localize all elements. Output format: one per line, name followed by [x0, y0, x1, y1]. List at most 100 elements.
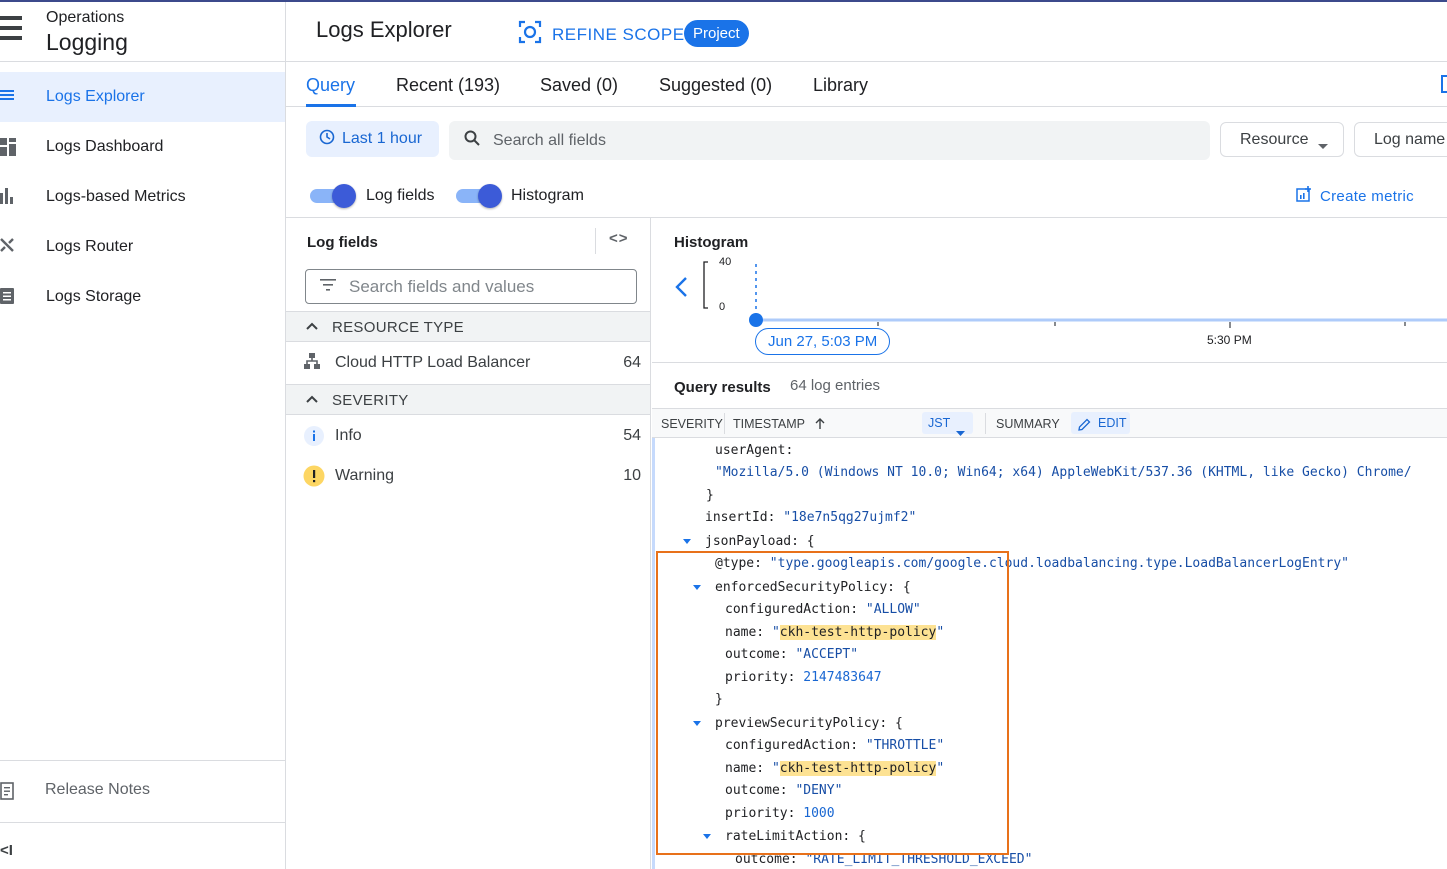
divider [595, 228, 596, 254]
resource-dropdown[interactable]: Resource [1220, 122, 1344, 157]
field-row-info[interactable]: Info 54 [286, 416, 650, 456]
sidebar-item-logs-router[interactable]: Logs Router [0, 222, 285, 272]
json-key: priority: [725, 806, 796, 821]
section-severity[interactable]: SEVERITY [286, 384, 650, 415]
json-value-priority[interactable]: 1000 [803, 806, 834, 821]
json-key: outcome: [725, 783, 788, 798]
edit-summary-button[interactable]: EDIT [1071, 412, 1130, 434]
section-resource-type[interactable]: RESOURCE TYPE [286, 311, 650, 342]
sidebar-item-label: Logs-based Metrics [46, 188, 186, 205]
timezone-label: JST [928, 416, 951, 430]
field-label: Warning [335, 467, 394, 484]
json-value-useragent[interactable]: "Mozilla/5.0 (Windows NT 10.0; Win64; x6… [715, 465, 1412, 480]
tab-query[interactable]: Query [306, 75, 355, 96]
create-metric-label: Create metric [1320, 188, 1414, 205]
column-timestamp[interactable]: TIMESTAMP [733, 417, 805, 431]
log-entry-count: 64 log entries [790, 377, 881, 394]
release-notes-label: Release Notes [45, 781, 150, 798]
overflow-icon[interactable] [1441, 75, 1447, 93]
json-line-outcome: outcome: "ACCEPT" [725, 647, 858, 662]
expand-panel-button[interactable]: <> [609, 230, 629, 247]
field-row-cloud-http-load-balancer[interactable]: Cloud HTTP Load Balancer 64 [286, 343, 650, 383]
sidebar-divider [0, 760, 285, 761]
histogram-toggle-label: Histogram [511, 187, 584, 204]
y-axis-min-label: 0 [719, 301, 726, 313]
json-value-rate-limit-outcome[interactable]: "RATE_LIMIT_THRESHOLD_EXCEED" [805, 852, 1032, 867]
json-value-name-highlighted[interactable]: ckh-test-http-policy [779, 625, 937, 640]
tab-library[interactable]: Library [813, 75, 868, 96]
json-key: name: [725, 761, 765, 776]
refine-scope-label: REFINE SCOPE [552, 24, 685, 44]
field-label: Cloud HTTP Load Balancer [335, 354, 531, 371]
json-value-type[interactable]: "type.googleapis.com/google.cloud.loadba… [770, 556, 1349, 571]
json-value-outcome[interactable]: "DENY" [795, 783, 842, 798]
refine-scope-button[interactable]: REFINE SCOPE [518, 20, 685, 49]
sidebar-item-logs-explorer[interactable]: Logs Explorer [0, 72, 285, 122]
histogram-panel: Histogram 40 0 Jun 27, 5:03 PM 5:30 PM [652, 218, 1447, 363]
product-name: Operations [46, 9, 125, 26]
collapse-arrow-icon[interactable] [693, 721, 701, 726]
sidebar-item-label: Logs Dashboard [46, 138, 164, 155]
json-value-configured-action[interactable]: "ALLOW" [866, 602, 921, 617]
json-value-priority[interactable]: 2147483647 [803, 670, 881, 685]
log-name-dropdown[interactable]: Log name [1354, 122, 1447, 157]
collapse-arrow-icon[interactable] [703, 834, 711, 839]
sidebar-item-label: Logs Storage [46, 288, 142, 305]
json-close-brace: } [706, 488, 714, 503]
sort-up-arrow-icon[interactable] [815, 417, 825, 435]
json-value-outcome[interactable]: "ACCEPT" [795, 647, 858, 662]
chevron-up-icon [305, 392, 319, 406]
json-line-insertid: insertId: "18e7n5qg27ujmf2" [705, 510, 916, 525]
tab-suggested[interactable]: Suggested (0) [659, 75, 772, 96]
collapse-arrow-icon[interactable] [693, 585, 701, 590]
release-notes-link[interactable]: Release Notes [0, 767, 285, 815]
page-header: Logs Explorer REFINE SCOPE Project [286, 2, 1447, 62]
collapse-arrow-icon[interactable] [683, 539, 691, 544]
hamburger-menu-icon[interactable] [0, 16, 22, 48]
router-icon [0, 238, 16, 256]
x-axis-label: 5:30 PM [1207, 333, 1252, 347]
json-line-configured-action: configuredAction: "THROTTLE" [725, 738, 944, 753]
search-fields-input[interactable]: Search fields and values [305, 269, 637, 304]
column-severity[interactable]: SEVERITY [661, 417, 723, 431]
field-label: Info [335, 427, 362, 444]
json-value-insertid[interactable]: "18e7n5qg27ujmf2" [783, 510, 916, 525]
json-key: outcome: [725, 647, 788, 662]
json-value-configured-action[interactable]: "THROTTLE" [866, 738, 944, 753]
log-fields-title: Log fields [307, 234, 378, 251]
dropdown-arrow-icon [1318, 137, 1328, 155]
sidebar-item-label: Logs Router [46, 238, 134, 255]
log-fields-panel: Log fields <> Search fields and values R… [286, 218, 651, 869]
json-key-rate-limit-action: rateLimitAction: { [725, 829, 866, 844]
product-title: Logging [46, 29, 128, 55]
histogram-chart[interactable] [700, 258, 1447, 338]
sidebar-item-logs-storage[interactable]: Logs Storage [0, 272, 285, 322]
tab-recent[interactable]: Recent (193) [396, 75, 500, 96]
create-metric-button[interactable]: Create metric [1296, 186, 1414, 207]
json-value-name-highlighted[interactable]: ckh-test-http-policy [779, 761, 937, 776]
page-title: Logs Explorer [316, 17, 452, 42]
sidebar-item-logs-based-metrics[interactable]: Logs-based Metrics [0, 172, 285, 222]
json-key-enforced-policy: enforcedSecurityPolicy: { [715, 580, 911, 595]
timezone-dropdown[interactable]: JST [922, 412, 973, 436]
panel-toggles: Log fields Histogram Create metric [286, 172, 1447, 218]
scope-badge: Project [684, 20, 749, 47]
column-summary[interactable]: SUMMARY [996, 417, 1060, 431]
sidebar-item-label: Logs Explorer [46, 88, 145, 105]
histogram-toggle[interactable] [456, 184, 502, 208]
field-row-warning[interactable]: Warning 10 [286, 456, 650, 496]
time-range-button[interactable]: Last 1 hour [306, 121, 439, 157]
hierarchy-icon [303, 352, 325, 374]
sidebar-item-logs-dashboard[interactable]: Logs Dashboard [0, 122, 285, 172]
tab-saved[interactable]: Saved (0) [540, 75, 618, 96]
query-results-title: Query results [674, 379, 771, 396]
search-all-fields-input[interactable]: Search all fields [449, 121, 1210, 160]
current-time-chip[interactable]: Jun 27, 5:03 PM [755, 328, 891, 355]
chevron-up-icon [305, 319, 319, 333]
chevron-left-icon[interactable] [674, 276, 688, 303]
release-notes-icon [0, 782, 14, 805]
results-column-header: SEVERITY TIMESTAMP JST SUMMARY EDIT [652, 409, 1447, 438]
log-fields-toggle[interactable] [310, 184, 356, 208]
json-line-rate-limit-outcome: outcome: "RATE_LIMIT_THRESHOLD_EXCEED" [735, 852, 1032, 867]
collapse-sidebar-button[interactable]: <I [0, 842, 13, 859]
